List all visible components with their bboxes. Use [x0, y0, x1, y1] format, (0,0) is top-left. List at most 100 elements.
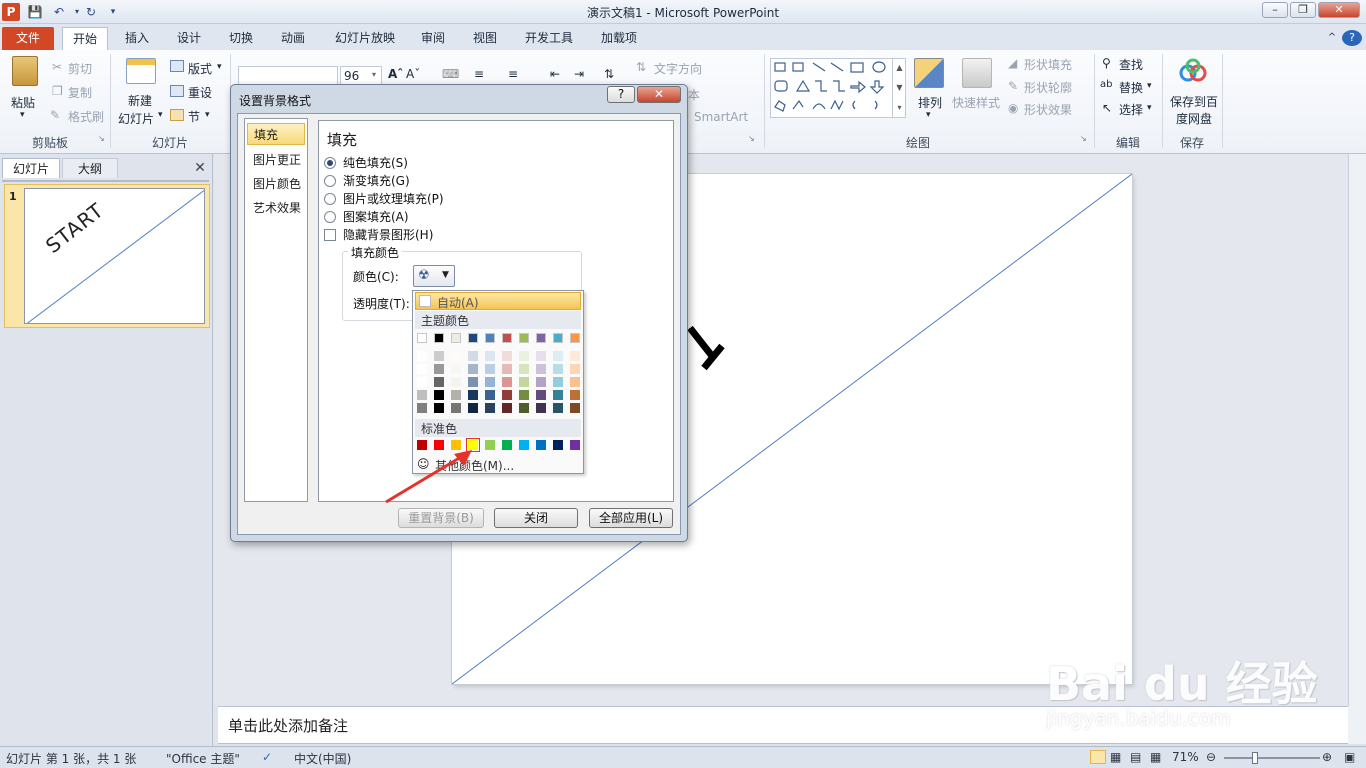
new-slide-dropdown-icon[interactable]: ▾: [158, 110, 163, 120]
save-to-baidu-button[interactable]: 保存到百: [1170, 93, 1218, 110]
theme-status[interactable]: "Office 主题": [166, 750, 240, 767]
theme-color-shade-swatch[interactable]: [536, 351, 546, 361]
dialog-help-button[interactable]: ?: [607, 86, 635, 103]
solid-fill-radio[interactable]: [324, 157, 336, 169]
layout-dropdown-icon[interactable]: ▾: [217, 62, 222, 72]
theme-color-shade-swatch[interactable]: [434, 377, 444, 387]
layout-button[interactable]: 版式: [188, 60, 212, 77]
font-name-combo[interactable]: [238, 66, 338, 86]
theme-color-shade-swatch[interactable]: [485, 364, 495, 374]
category-artistic-effects[interactable]: 艺术效果: [247, 197, 305, 219]
theme-color-shade-swatch[interactable]: [519, 403, 529, 413]
theme-color-shade-swatch[interactable]: [468, 364, 478, 374]
language-status[interactable]: 中文(中国): [294, 750, 351, 767]
theme-color-shade-swatch[interactable]: [417, 403, 427, 413]
standard-color-swatch[interactable]: [485, 440, 495, 450]
tab-developer[interactable]: 开发工具: [516, 27, 582, 50]
shape-outline-button[interactable]: 形状轮廓: [1024, 79, 1072, 96]
tab-addins[interactable]: 加载项: [592, 27, 646, 50]
zoom-slider-thumb[interactable]: [1252, 752, 1258, 764]
category-picture-corrections[interactable]: 图片更正: [247, 149, 305, 171]
apply-to-all-button[interactable]: 全部应用(L): [589, 508, 673, 528]
theme-color-shade-swatch[interactable]: [434, 364, 444, 374]
zoom-slider-track[interactable]: [1224, 757, 1320, 759]
numbering-icon[interactable]: ≡: [508, 67, 518, 81]
tab-review[interactable]: 审阅: [414, 27, 452, 50]
font-size-dropdown-icon[interactable]: ▾: [372, 70, 376, 79]
new-slide-button[interactable]: 幻灯片: [118, 110, 154, 127]
tab-insert[interactable]: 插入: [116, 27, 158, 50]
gradient-fill-label[interactable]: 渐变填充(G): [343, 172, 410, 189]
new-slide-icon[interactable]: [126, 58, 156, 84]
reset-button[interactable]: 重设: [188, 84, 212, 101]
theme-color-shade-swatch[interactable]: [553, 377, 563, 387]
paragraph-launcher-icon[interactable]: ↘: [748, 134, 755, 143]
minimize-button[interactable]: –: [1262, 2, 1288, 18]
reading-view-icon[interactable]: ▤: [1130, 750, 1141, 764]
theme-color-shade-swatch[interactable]: [502, 390, 512, 400]
slide-thumbnail[interactable]: START: [24, 188, 205, 324]
theme-color-shade-swatch[interactable]: [519, 364, 529, 374]
theme-color-swatch[interactable]: [519, 333, 529, 343]
theme-color-shade-swatch[interactable]: [451, 390, 461, 400]
fit-to-window-icon[interactable]: ▣: [1344, 750, 1355, 764]
theme-color-shade-swatch[interactable]: [417, 390, 427, 400]
help-icon[interactable]: ?: [1342, 30, 1362, 46]
picture-fill-label[interactable]: 图片或纹理填充(P): [343, 190, 444, 207]
quick-styles-icon[interactable]: [962, 58, 992, 88]
select-dropdown-icon[interactable]: ▾: [1147, 103, 1152, 113]
zoom-in-icon[interactable]: ⊕: [1322, 750, 1332, 764]
theme-color-shade-swatch[interactable]: [502, 351, 512, 361]
theme-color-shade-swatch[interactable]: [434, 403, 444, 413]
theme-color-shade-swatch[interactable]: [485, 390, 495, 400]
notes-placeholder[interactable]: 单击此处添加备注: [228, 715, 348, 736]
theme-color-shade-swatch[interactable]: [553, 364, 563, 374]
drawing-launcher-icon[interactable]: ↘: [1080, 134, 1087, 143]
theme-color-shade-swatch[interactable]: [451, 377, 461, 387]
tab-outline[interactable]: 大纲: [62, 158, 118, 178]
theme-color-shade-swatch[interactable]: [468, 377, 478, 387]
theme-color-swatch[interactable]: [451, 333, 461, 343]
color-picker-button[interactable]: ☢ ▼: [413, 265, 455, 287]
slide-sorter-icon[interactable]: ▦: [1110, 750, 1121, 764]
paste-dropdown-icon[interactable]: ▾: [20, 110, 25, 120]
shapes-gallery-scroll[interactable]: ▲ ▼ ▾: [892, 58, 906, 118]
theme-color-shade-swatch[interactable]: [417, 377, 427, 387]
reset-background-button[interactable]: 重置背景(B): [398, 508, 484, 528]
arrange-icon[interactable]: [914, 58, 944, 88]
solid-fill-label[interactable]: 纯色填充(S): [343, 154, 408, 171]
theme-color-shade-swatch[interactable]: [519, 390, 529, 400]
new-slide-label[interactable]: 新建: [128, 92, 152, 109]
theme-color-shade-swatch[interactable]: [536, 403, 546, 413]
standard-color-swatch[interactable]: [502, 440, 512, 450]
zoom-out-icon[interactable]: ⊖: [1206, 750, 1216, 764]
theme-color-swatch[interactable]: [502, 333, 512, 343]
tab-slideshow[interactable]: 幻灯片放映: [326, 27, 404, 50]
theme-color-shade-swatch[interactable]: [519, 351, 529, 361]
start-text-fragment[interactable]: [682, 314, 725, 394]
theme-color-shade-swatch[interactable]: [536, 377, 546, 387]
align-text-button[interactable]: 本: [688, 86, 700, 103]
theme-color-shade-swatch[interactable]: [570, 377, 580, 387]
theme-color-swatch[interactable]: [468, 333, 478, 343]
hide-background-label[interactable]: 隐藏背景图形(H): [343, 226, 433, 243]
slideshow-view-icon[interactable]: ▦: [1150, 750, 1161, 764]
picture-fill-radio[interactable]: [324, 193, 336, 205]
standard-color-swatch[interactable]: [570, 440, 580, 450]
section-button[interactable]: 节: [188, 108, 200, 125]
shape-effects-button[interactable]: 形状效果: [1024, 101, 1072, 118]
cut-button[interactable]: 剪切: [68, 60, 92, 77]
tab-home[interactable]: 开始: [62, 27, 108, 50]
shape-fill-button[interactable]: 形状填充: [1024, 56, 1072, 73]
theme-color-shade-swatch[interactable]: [536, 390, 546, 400]
theme-color-swatch[interactable]: [417, 333, 427, 343]
theme-color-shade-swatch[interactable]: [502, 364, 512, 374]
decrease-indent-icon[interactable]: ⇤: [550, 67, 560, 81]
tab-design[interactable]: 设计: [168, 27, 210, 50]
theme-color-shade-swatch[interactable]: [502, 377, 512, 387]
paste-icon[interactable]: [12, 56, 38, 86]
tab-slides[interactable]: 幻灯片: [2, 158, 60, 178]
theme-color-shade-swatch[interactable]: [434, 390, 444, 400]
paste-button[interactable]: 粘贴: [11, 94, 35, 111]
theme-color-swatch[interactable]: [434, 333, 444, 343]
